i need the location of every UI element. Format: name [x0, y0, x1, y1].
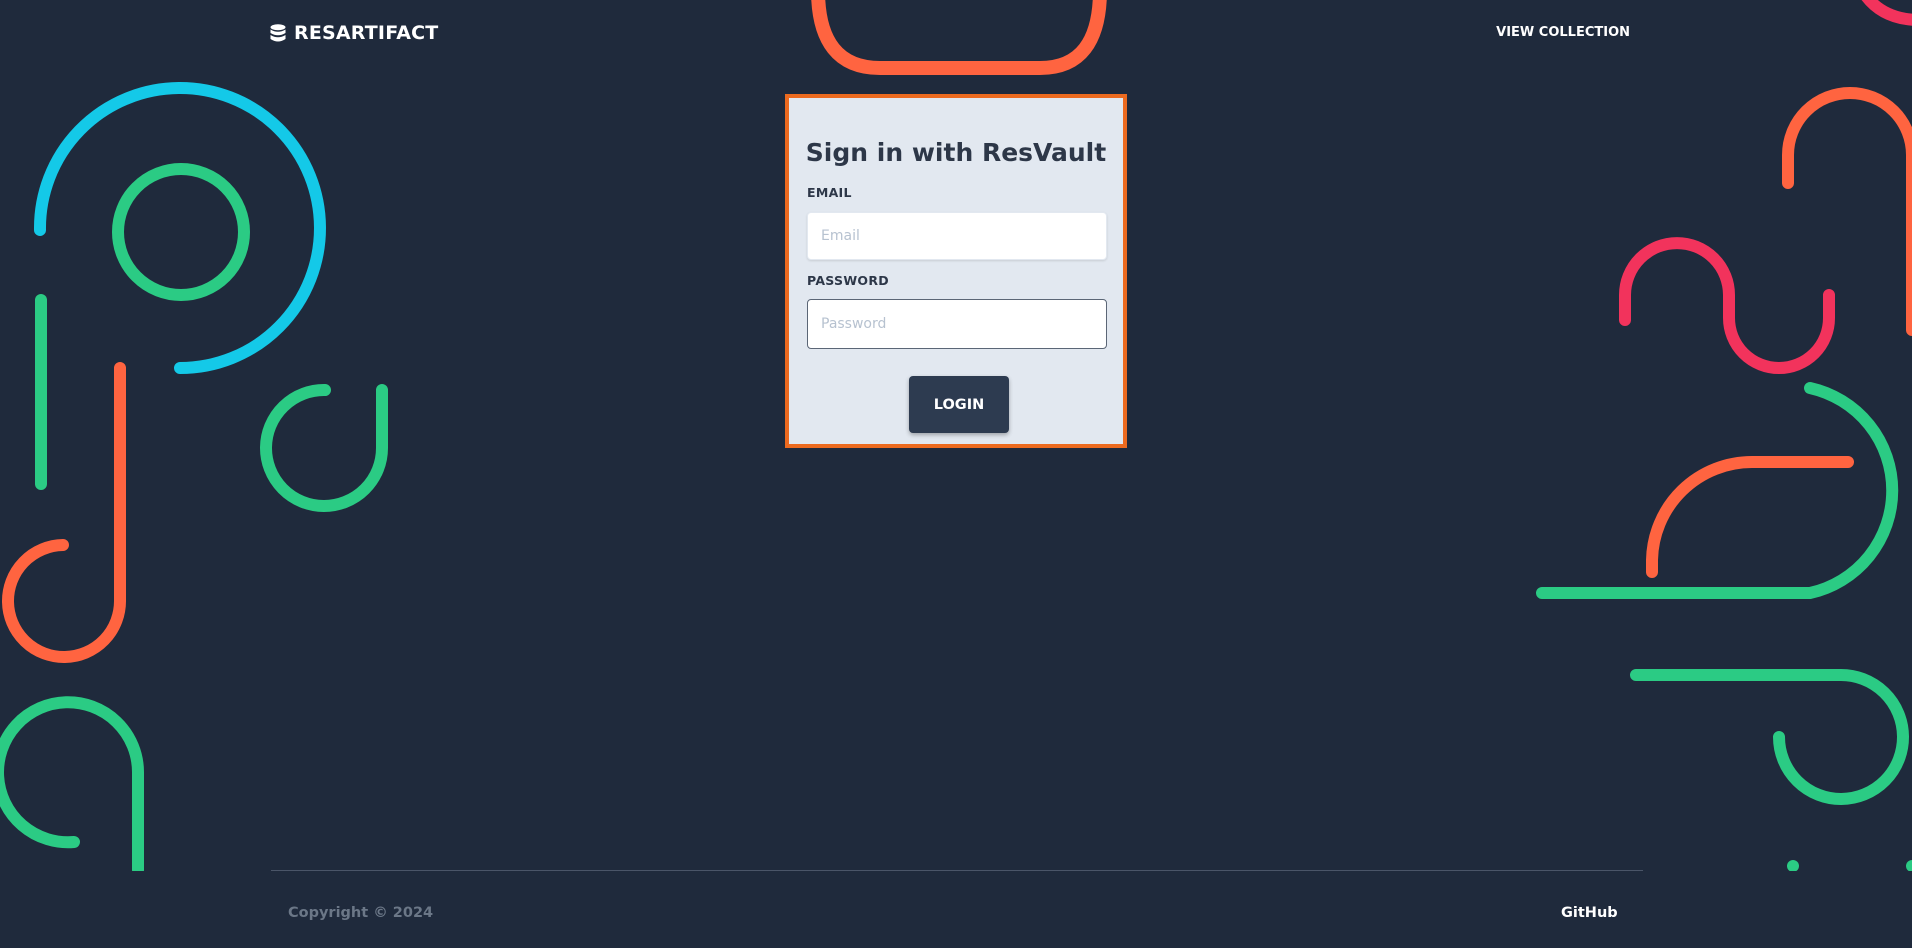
email-input[interactable] — [807, 212, 1107, 260]
password-label: PASSWORD — [807, 273, 889, 288]
copyright-text: Copyright © 2024 — [288, 905, 434, 921]
deco-green-small-u — [260, 383, 388, 512]
email-label: EMAIL — [807, 185, 852, 200]
deco-cyan-arc — [33, 82, 326, 374]
deco-orange-arch-right — [1782, 87, 1912, 336]
github-link[interactable]: GitHub — [1561, 905, 1618, 921]
database-icon — [270, 23, 286, 41]
password-input[interactable] — [807, 299, 1107, 349]
deco-orange-hook — [2, 362, 127, 663]
footer-background — [0, 871, 1912, 948]
view-collection-link[interactable]: VIEW COLLECTION — [1496, 25, 1630, 40]
deco-orange-arc-right — [1646, 456, 1854, 578]
brand-name: RESARTIFACT — [294, 22, 439, 44]
login-card: Sign in with ResVault EMAIL PASSWORD LOG… — [785, 94, 1127, 448]
deco-green-bottom-hook — [1630, 668, 1909, 805]
deco-orange-u-top — [811, 0, 1107, 75]
brand-logo[interactable]: RESARTIFACT — [270, 22, 438, 44]
deco-green-bottom-arc — [0, 696, 144, 876]
footer-divider — [271, 870, 1643, 871]
login-title: Sign in with ResVault — [805, 138, 1107, 167]
deco-green-big-arc — [1536, 382, 1899, 599]
deco-pink-squiggle — [1619, 237, 1835, 374]
deco-green-circle — [112, 163, 250, 301]
login-button[interactable]: LOGIN — [909, 376, 1009, 433]
deco-pink-corner — [1861, 0, 1912, 26]
